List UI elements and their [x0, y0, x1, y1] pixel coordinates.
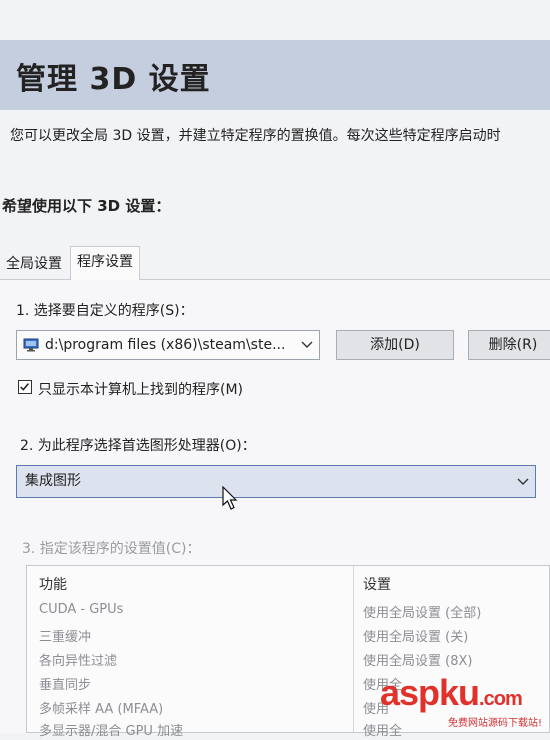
tab-bar: 全局设置 程序设置 [0, 246, 550, 280]
watermark-brand-suffix: .com [479, 688, 523, 710]
table-row[interactable]: 各向异性过滤 使用全局设置 (8X) [27, 646, 550, 670]
program-select-value: d:\program files (x86)\steam\ste... [45, 337, 286, 353]
page-description: 您可以更改全局 3D 设置，并建立特定程序的置换值。每次这些特定程序启动时 [10, 128, 501, 144]
column-header-feature: 功能 [39, 577, 67, 593]
show-local-programs-checkbox[interactable] [18, 380, 32, 394]
tab-global-settings[interactable]: 全局设置 [0, 250, 68, 278]
watermark-brand: aspku [380, 672, 480, 713]
check-icon [20, 383, 30, 391]
monitor-icon [23, 338, 39, 352]
column-header-setting: 设置 [363, 577, 391, 593]
chevron-down-icon [301, 341, 313, 348]
feature-cell: 多显示器/混合 GPU 加速 [39, 724, 184, 739]
feature-cell: 垂直同步 [39, 678, 92, 693]
program-select[interactable]: d:\program files (x86)\steam\ste... [16, 330, 320, 360]
step2-label: 2. 为此程序选择首选图形处理器(O)： [20, 438, 256, 454]
page-title: 管理 3D 设置 [16, 62, 211, 97]
feature-cell: 各向异性过滤 [39, 654, 118, 669]
step1-label: 1. 选择要自定义的程序(S)： [16, 303, 194, 319]
setting-cell: 使用全局设置 (关) [363, 630, 469, 645]
step3-label: 3. 指定该程序的设置值(C)： [22, 541, 201, 557]
show-local-programs-label[interactable]: 只显示本计算机上找到的程序(M) [38, 379, 243, 399]
tab-program-settings[interactable]: 程序设置 [70, 246, 140, 280]
page-header: 管理 3D 设置 [0, 40, 550, 110]
watermark: aspku.com 免费网站源码下载站! [380, 672, 550, 733]
delete-program-button[interactable]: 删除(R) [468, 330, 550, 360]
graphics-processor-select[interactable]: 集成图形 [16, 465, 536, 498]
mouse-pointer-icon [222, 486, 238, 510]
setting-cell: 使用全局设置 (8X) [363, 654, 473, 669]
chevron-down-icon [517, 478, 529, 485]
feature-cell: 多帧采样 AA (MFAA) [39, 702, 164, 717]
table-row[interactable]: CUDA - GPUs 使用全局设置 (全部) [27, 598, 550, 622]
table-row[interactable]: 三重缓冲 使用全局设置 (关) [27, 622, 550, 646]
add-program-button[interactable]: 添加(D) [336, 330, 454, 360]
watermark-tagline: 免费网站源码下载站! [448, 718, 543, 729]
feature-cell: CUDA - GPUs [39, 602, 124, 617]
feature-cell: 三重缓冲 [39, 630, 92, 645]
setting-cell: 使用全局设置 (全部) [363, 606, 482, 621]
graphics-processor-value: 集成图形 [25, 473, 81, 489]
section-title: 希望使用以下 3D 设置： [2, 197, 171, 215]
watermark-logo: aspku.com [380, 672, 523, 714]
